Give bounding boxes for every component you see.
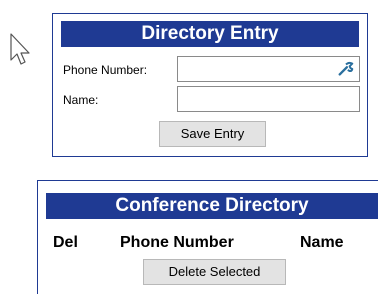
phone-number-label: Phone Number: <box>63 63 148 77</box>
directory-entry-title: Directory Entry <box>61 21 359 47</box>
column-header-name: Name <box>300 234 344 251</box>
delete-selected-button[interactable]: Delete Selected <box>143 259 286 285</box>
column-header-del: Del <box>53 234 78 251</box>
mouse-cursor-icon <box>10 33 30 65</box>
wrench-icon[interactable] <box>337 60 355 78</box>
conference-directory-title: Conference Directory <box>46 193 378 219</box>
column-header-phone-number: Phone Number <box>120 234 234 251</box>
save-entry-button[interactable]: Save Entry <box>159 121 266 147</box>
phone-number-field[interactable] <box>177 56 360 82</box>
conference-directory-panel: Conference Directory Del Phone Number Na… <box>37 180 378 294</box>
directory-entry-panel: Directory Entry Phone Number: Name: Save… <box>52 13 368 157</box>
name-label: Name: <box>63 93 99 107</box>
name-field[interactable] <box>177 86 360 112</box>
